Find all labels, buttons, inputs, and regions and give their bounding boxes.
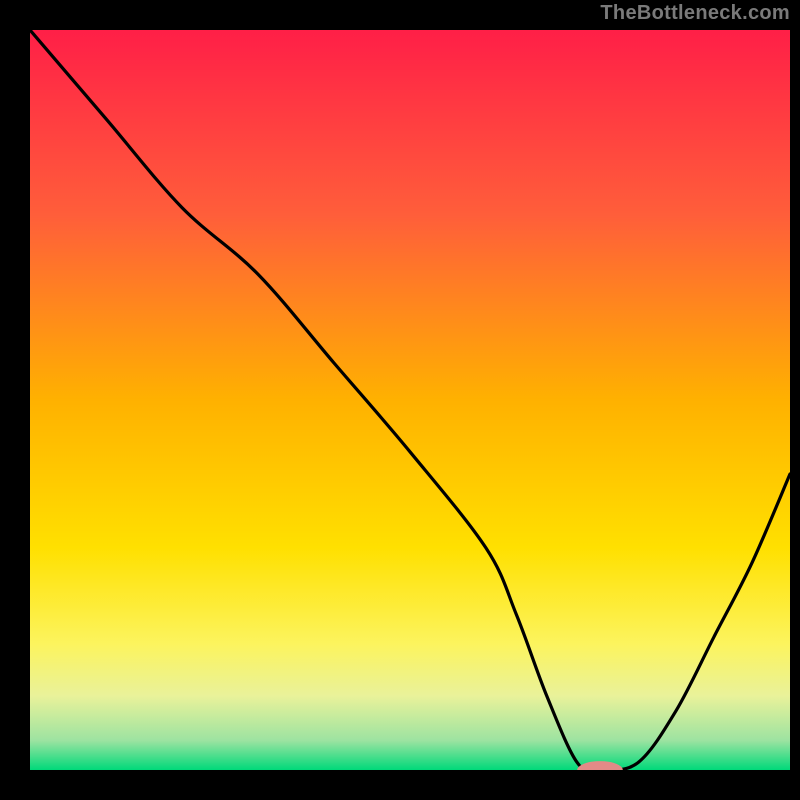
- bottleneck-chart: [0, 0, 800, 800]
- chart-background: [30, 30, 790, 770]
- curve-minimum-marker: [577, 761, 623, 779]
- chart-container: TheBottleneck.com: [0, 0, 800, 800]
- watermark-text: TheBottleneck.com: [600, 2, 790, 25]
